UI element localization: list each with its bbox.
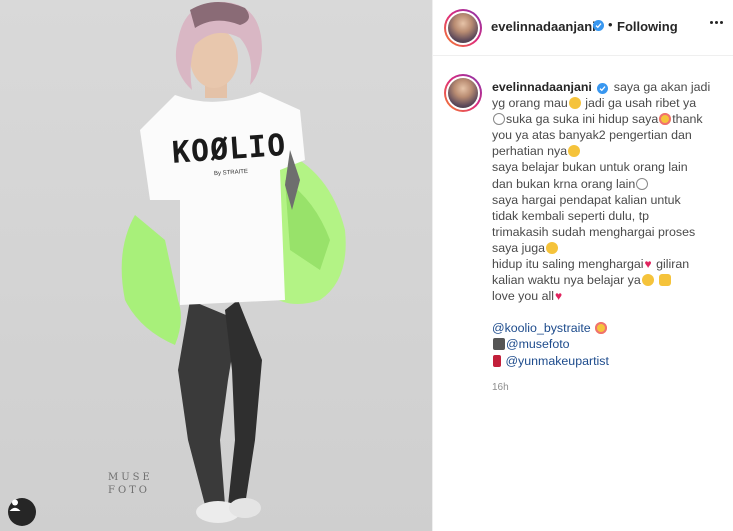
camera-emoji-icon xyxy=(493,338,505,351)
red-heart-emoji-icon: ♥ xyxy=(644,257,652,272)
mention-link[interactable]: @musefoto xyxy=(506,337,570,351)
user-tag-button[interactable] xyxy=(8,498,36,526)
red-heart-emoji-icon: ♥ xyxy=(555,289,563,304)
caption-text: perhatian nya xyxy=(492,144,568,159)
header-separator: • xyxy=(608,17,613,32)
mention-link[interactable]: @koolio_bystraite xyxy=(492,321,591,335)
caption-text: thank xyxy=(672,112,703,127)
caption-text: trimakasih sudah menghargai proses xyxy=(492,224,696,239)
post-photo-illustration xyxy=(121,1,346,523)
header-username[interactable]: evelinnadaanjani xyxy=(491,19,596,34)
kiss-emoji-icon xyxy=(568,145,581,158)
user-tag-icon xyxy=(9,499,21,511)
caption-text: tidak kembali seperti dulu, tp xyxy=(492,208,650,223)
verified-badge-icon xyxy=(597,83,609,94)
caption-avatar[interactable] xyxy=(444,74,482,112)
grin-emoji-icon xyxy=(641,274,654,287)
heart-eyes-emoji-icon xyxy=(595,322,608,335)
caption-text: saya hargai pendapat kalian untuk xyxy=(492,192,681,207)
caption-text: love you all xyxy=(492,289,554,304)
grin-emoji-icon xyxy=(568,97,581,110)
caption-text: suka ga suka ini hidup saya xyxy=(506,112,659,127)
post-side-panel: evelinnadaanjani • Following evelinnadaa… xyxy=(432,0,733,531)
caption-username[interactable]: evelinnadaanjani xyxy=(492,80,592,94)
verified-badge-icon xyxy=(593,20,604,31)
caption-text: jadi ga usah ribet ya xyxy=(585,96,697,111)
smile-emoji-icon xyxy=(546,241,559,254)
post-caption: evelinnadaanjani saya ga akan jadi yg or… xyxy=(492,79,732,369)
caption-text: saya ga akan jadi xyxy=(613,80,711,94)
caption-text: hidup itu saling menghargai xyxy=(492,257,644,272)
heart-eyes-emoji-icon xyxy=(659,113,672,126)
photo-watermark: MUSE FOTO xyxy=(108,471,168,497)
post-header: evelinnadaanjani • Following xyxy=(433,0,733,56)
header-avatar[interactable] xyxy=(444,9,482,47)
raised-hand-emoji-icon xyxy=(659,274,672,287)
caption-text: saya belajar bukan untuk orang lain xyxy=(492,160,688,175)
relieved-emoji-icon xyxy=(493,113,505,126)
more-options-icon[interactable] xyxy=(710,21,723,24)
watermark-line-2: FOTO xyxy=(108,485,151,496)
caption-text: dan bukan krna orang lain xyxy=(492,176,636,191)
mention-link[interactable]: @yunmakeupartist xyxy=(505,354,609,368)
caption-text: giliran xyxy=(652,257,690,272)
caption-text: kalian waktu nya belajar ya xyxy=(492,273,641,288)
caption-text: saya juga xyxy=(492,240,546,255)
post-timestamp[interactable]: 16h xyxy=(492,382,509,393)
lipstick-emoji-icon xyxy=(493,354,501,367)
following-button[interactable]: Following xyxy=(617,19,678,34)
relieved-emoji-icon xyxy=(636,177,649,190)
caption-text: you ya atas banyak2 pengertian dan xyxy=(492,128,692,143)
caption-text: yg orang mau xyxy=(492,96,568,111)
post-photo[interactable]: MUSE FOTO KOØLIO By STRAITE xyxy=(0,0,432,531)
watermark-line-1: MUSE xyxy=(108,472,153,483)
